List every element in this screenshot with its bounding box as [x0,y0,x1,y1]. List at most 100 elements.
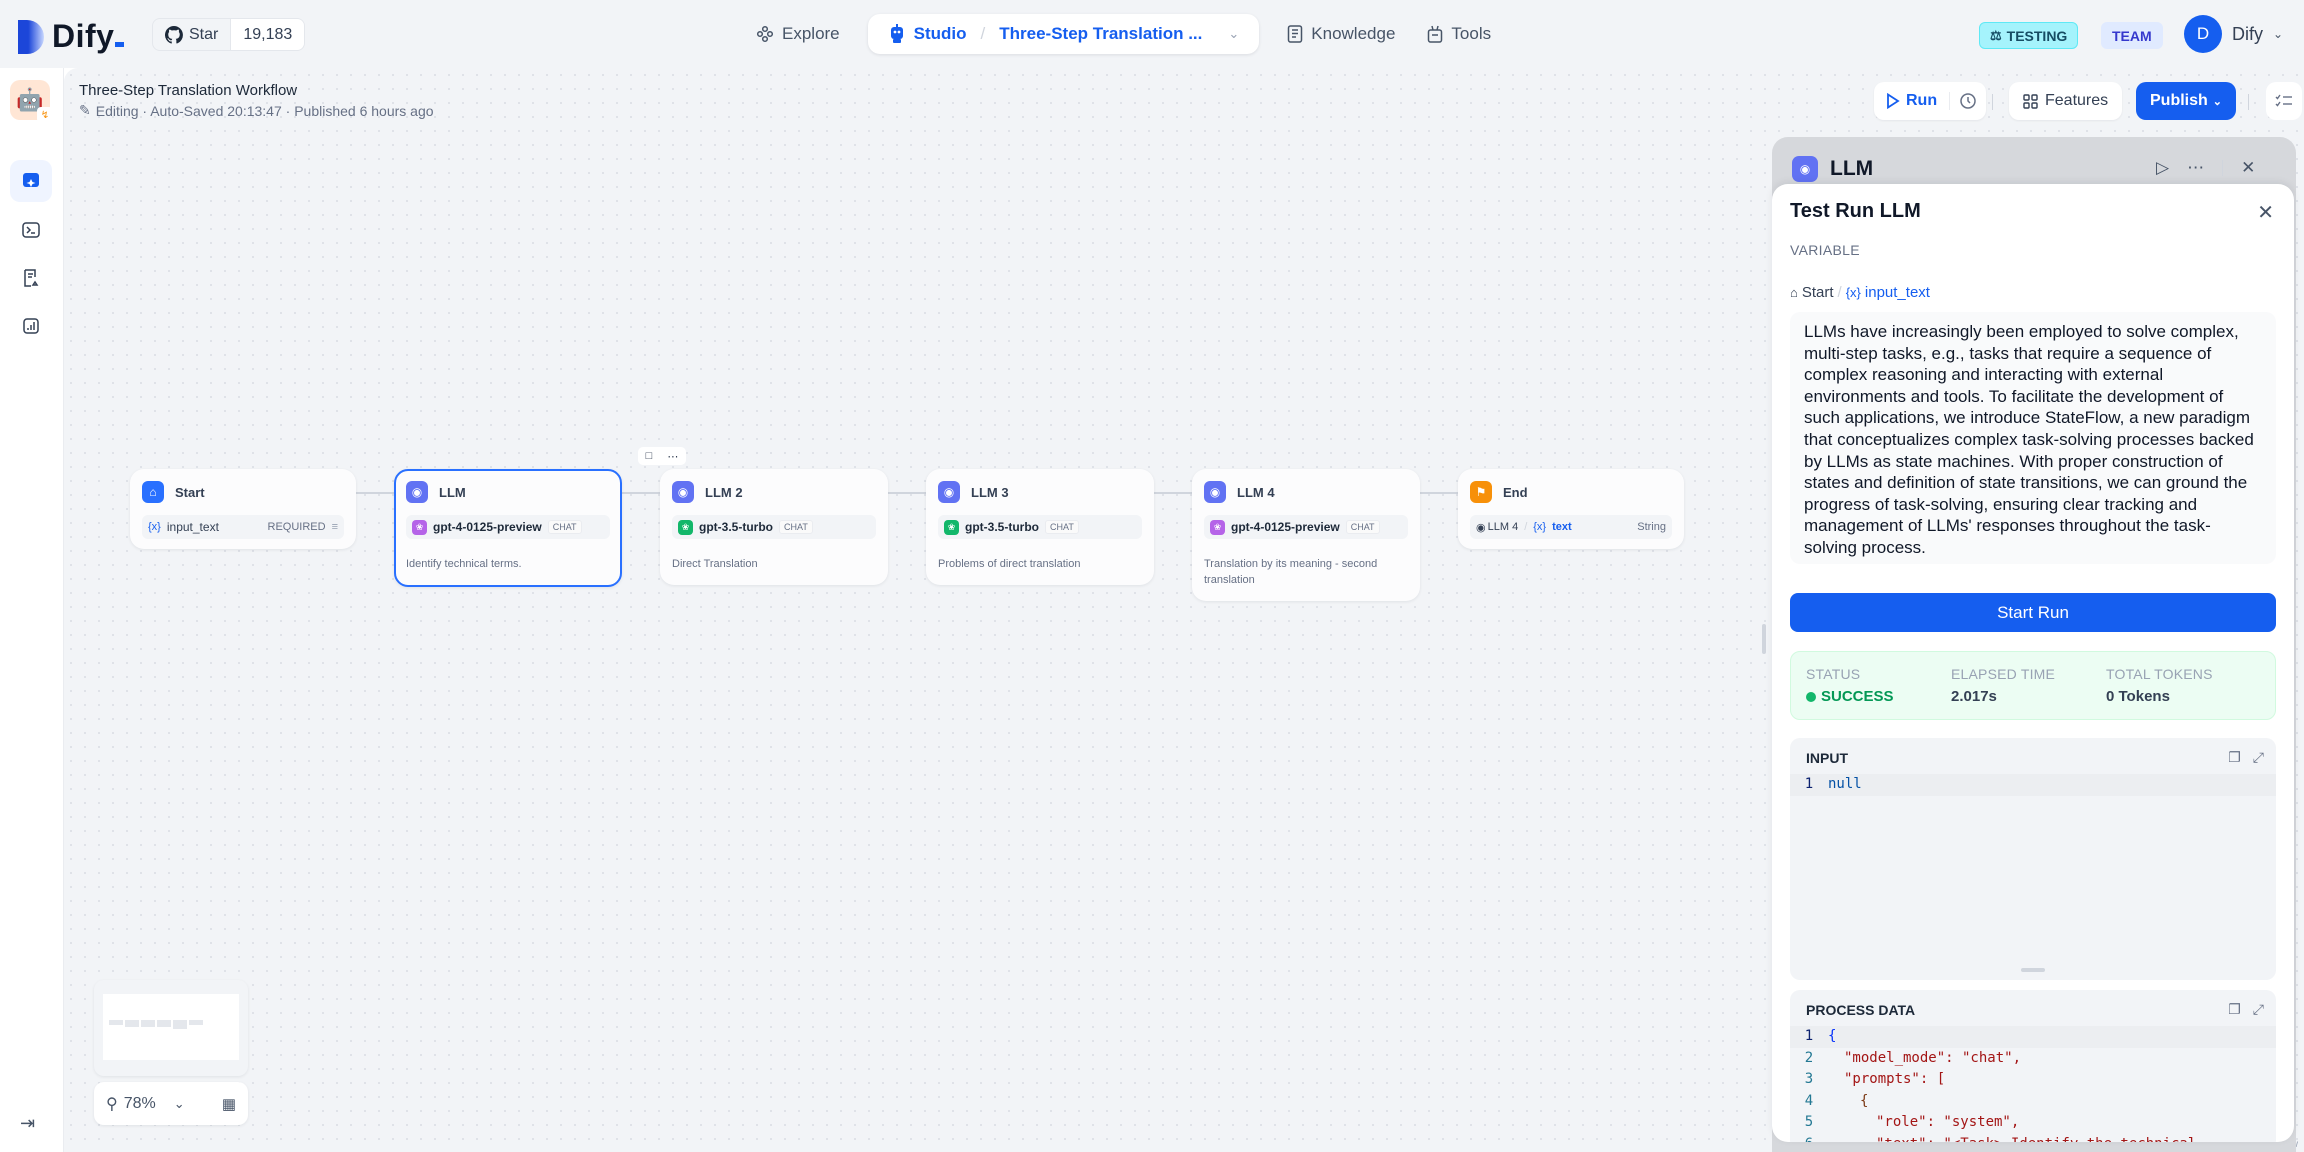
workflow-status: ✎ Editing · Auto-Saved 20:13:47 · Publis… [79,102,434,119]
process-data-code[interactable]: 1{ 2 "model_mode": "chat", 3 "prompts": [ … [1790,1026,2276,1142]
organize-nodes-icon[interactable]: ▦ [222,1095,236,1113]
workflow-badge-icon: ↯ [37,107,53,123]
start-variable-row: {x} input_text REQUIRED ≡ [142,515,344,539]
status-value: SUCCESS [1821,688,1894,705]
close-icon[interactable]: ✕ [2241,158,2255,178]
test-run-title: Test Run LLM [1790,200,1921,222]
expand-icon[interactable]: ⤢ [2253,749,2264,766]
star-count: 19,183 [231,19,305,50]
node-llm-3[interactable]: ◉ LLM 3 ❀ gpt-3.5-turbo CHAT Problems of… [926,469,1154,585]
panel-actions: ▷ ⋯ ✕ [2156,158,2255,178]
chevron-down-icon[interactable]: ⌄ [1228,26,1239,42]
close-icon[interactable]: ✕ [2257,200,2274,225]
app-icon[interactable]: 🤖 ↯ [10,80,53,123]
top-bar: Dify Star 19,183 Explore Studio / Three-… [0,0,2304,68]
model-row: ❀ gpt-3.5-turbo CHAT [672,515,876,539]
nav-tools[interactable]: Tools [1411,14,1507,54]
run-history-button[interactable] [1950,92,1986,110]
expand-sidebar-icon[interactable]: ⇥ [20,1113,35,1134]
input-text-field[interactable]: LLMs have increasingly been employed to … [1790,312,2276,564]
star-label: Star [189,25,219,43]
home-icon: ⌂ [1790,285,1798,300]
nav-knowledge[interactable]: Knowledge [1271,14,1411,54]
variable-icon: {x} [148,521,161,533]
nav-studio-label: Studio [913,24,967,43]
run-button[interactable]: Run [1874,92,1951,110]
explore-icon [756,25,774,43]
toolbar-divider [1992,94,1993,110]
node-llm-4[interactable]: ◉ LLM 4 ❀ gpt-4-0125-preview CHAT Transl… [1192,469,1420,601]
panel-resize-handle[interactable] [1762,624,1766,654]
home-icon: ⌂ [142,481,164,503]
openai-icon: ❀ [678,519,693,535]
terminal-icon [22,222,40,238]
node-description: Direct Translation [672,558,758,570]
test-run-panel: Test Run LLM ✕ VARIABLE ⌂ Start / {x} in… [1772,184,2294,1142]
sidebar-item-monitoring[interactable] [10,305,52,347]
minimap[interactable] [94,980,248,1076]
node-title: End [1503,484,1528,500]
avatar: D [2184,15,2222,53]
zoom-level[interactable]: 78% [124,1095,156,1113]
logo-mark-icon [18,19,44,54]
checkbox-icon[interactable]: □ [646,450,653,462]
sidebar-item-api-access[interactable] [10,209,52,251]
publish-button[interactable]: Publish ⌄ [2136,82,2236,120]
minimap-node [173,1020,187,1029]
start-run-button[interactable]: Start Run [1790,593,2276,632]
llm-brain-icon: ◉ [406,481,428,503]
user-name: Dify [2232,23,2263,44]
node-title: LLM 2 [705,484,743,500]
more-icon[interactable]: ⋯ [667,450,678,463]
sidebar-item-logs[interactable] [10,257,52,299]
edge [1152,492,1196,494]
grid-icon [2023,93,2038,109]
edge [886,492,930,494]
node-start[interactable]: ⌂ Start {x} input_text REQUIRED ≡ [130,469,356,549]
more-icon[interactable]: ⋯ [2187,158,2204,178]
copy-icon[interactable]: ❐ [2228,749,2241,766]
zoom-control: ⚲ 78% ⌄ ▦ [94,1082,248,1125]
text-lines-icon: ≡ [331,521,338,533]
llm-brain-icon: ◉ [672,481,694,503]
dify-logo[interactable]: Dify [18,18,125,55]
node-title: Start [175,484,205,500]
end-variable-row: ◉ LLM 4 / {x} text String [1470,515,1672,539]
checklist-icon [2275,94,2292,107]
variable-icon: {x} [1533,521,1547,533]
input-code[interactable]: 1 null [1790,774,2276,796]
github-star-button[interactable]: Star 19,183 [152,18,306,51]
current-app-name[interactable]: Three-Step Translation ... [999,24,1202,44]
features-button[interactable]: Features [2009,82,2123,120]
resize-grip[interactable] [2021,968,2045,972]
app-sidebar: 🤖 ↯ ⇥ [0,68,64,1152]
nav-explore[interactable]: Explore [740,14,856,54]
llm-brain-icon: ◉ [1476,521,1486,534]
chevron-down-icon[interactable]: ⌄ [174,1096,185,1112]
copy-icon[interactable]: ❐ [2228,1001,2241,1018]
node-llm[interactable]: ◉ LLM ❀ gpt-4-0125-preview CHAT Identify… [394,469,622,587]
play-icon[interactable]: ▷ [2156,158,2169,178]
nav-tools-label: Tools [1451,24,1492,43]
expand-icon[interactable]: ⤢ [2253,1001,2264,1018]
node-llm-2[interactable]: ◉ LLM 2 ❀ gpt-3.5-turbo CHAT Direct Tran… [660,469,888,585]
flag-icon: ⚑ [1470,481,1492,503]
panel-node-title: LLM [1830,157,1874,180]
checklist-button[interactable] [2266,82,2302,120]
run-group: Run [1874,82,1987,120]
user-menu[interactable]: D Dify ⌄ [2184,15,2283,53]
llm-brain-icon: ◉ [938,481,960,503]
chevron-down-icon: ⌄ [2273,27,2284,41]
minimap-node [157,1020,171,1027]
run-status-box: STATUS SUCCESS ELAPSED TIME 2.017s TOTAL… [1790,651,2276,720]
node-mini-toolbar: □ ⋯ [638,447,686,465]
edge [620,492,664,494]
testing-badge: ⚖ TESTING [1979,22,2079,49]
nav-studio[interactable]: Studio / Three-Step Translation ... ⌄ [867,14,1260,54]
knowledge-book-icon [1288,25,1303,43]
openai-icon: ❀ [944,519,959,535]
node-title: LLM [439,484,466,500]
sidebar-item-orchestrate[interactable] [10,160,52,202]
github-icon [165,25,183,44]
node-end[interactable]: ⚑ End ◉ LLM 4 / {x} text String [1458,469,1684,549]
